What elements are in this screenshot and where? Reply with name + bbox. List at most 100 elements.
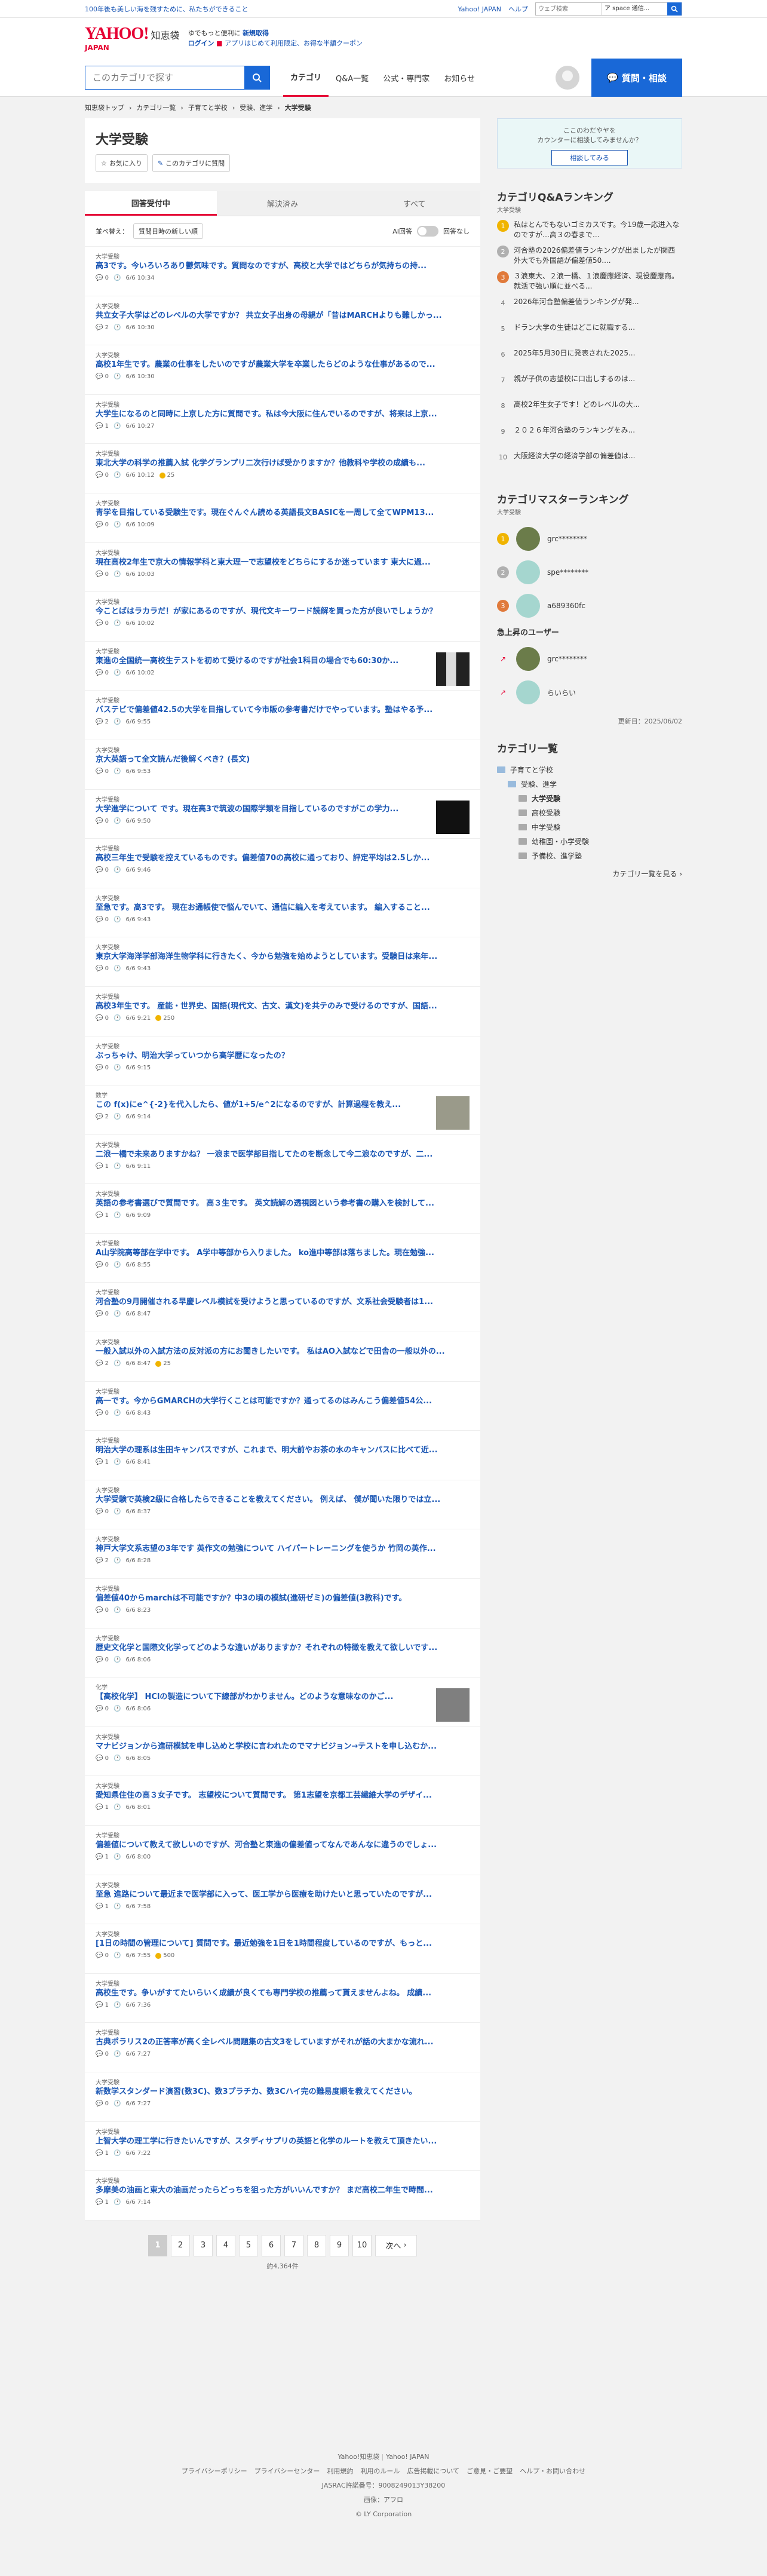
tab-category[interactable]: カテゴリ xyxy=(283,59,329,97)
question-category[interactable]: 大学受験 xyxy=(96,942,470,951)
question-category[interactable]: 大学受験 xyxy=(96,1189,470,1198)
question-item[interactable]: 大学受験 新数学スタンダード演習(数3C)、数3プラチカ、数3Cハイ完の難易度順… xyxy=(85,2072,480,2122)
question-title[interactable]: 東京大学海洋学部海洋生物学科に行きたく、今から勉強を始めようとしています。受験日… xyxy=(96,950,470,963)
question-item[interactable]: 大学受験 東北大学の科学の推薦入試 化学グランプリ二次行けば受かりますか？他教科… xyxy=(85,444,480,493)
question-title[interactable]: 英語の参考書選びで質問です。 高３生です。 英文読解の透視図という参考書の購入を… xyxy=(96,1197,470,1210)
question-title[interactable]: 河合塾の9月開催される早慶レベル模試を受けようと思っているのですが、文系社会受験… xyxy=(96,1296,470,1308)
question-category[interactable]: 大学受験 xyxy=(96,1337,470,1346)
question-item[interactable]: 大学受験 高校三年生で受験を控えているものです。偏差値70の高校に通っており、評… xyxy=(85,839,480,888)
question-title[interactable]: 二浪一橋で未来ありますかね？ 一浪まで医学部目指してたのを断念して今二浪なのです… xyxy=(96,1148,470,1161)
tab-qa-list[interactable]: Q&A一覧 xyxy=(329,59,376,97)
avatar[interactable] xyxy=(516,680,540,704)
question-title[interactable]: 大学進学について です。現在高3で筑波の国際学類を目指しているのですがこの学力.… xyxy=(96,803,430,815)
question-category[interactable]: 大学受験 xyxy=(96,1880,470,1889)
footer-link[interactable]: Yahoo! JAPAN xyxy=(386,2453,429,2461)
question-title[interactable]: 多摩美の油画と東大の油画だったらどっちを狙った方がいいんですか？ まだ高校二年生… xyxy=(96,2184,470,2197)
top-message-link[interactable]: 100年後も美しい海を残すために、私たちができること xyxy=(85,4,248,14)
question-item[interactable]: 大学受験 偏差値について教えて欲しいのですが、河合塾と東進の偏差値ってなんであん… xyxy=(85,1826,480,1875)
question-category[interactable]: 大学受験 xyxy=(96,2127,470,2136)
question-item[interactable]: 大学受験 今ことばはラカラだ！が家にあるのですが、現代文キーワード読解を買った方… xyxy=(85,592,480,642)
page-link[interactable]: 5 xyxy=(239,2234,258,2256)
question-thumbnail[interactable] xyxy=(436,1096,470,1130)
ranking-question[interactable]: 大阪経済大学の経済学部の偏差値は... xyxy=(514,451,635,471)
question-category[interactable]: 大学受験 xyxy=(96,695,470,704)
ranking-item[interactable]: 6 2025年5月30日に発表された2025... xyxy=(497,348,682,374)
question-category[interactable]: 大学受験 xyxy=(96,1140,470,1149)
question-category[interactable]: 大学受験 xyxy=(96,1238,470,1247)
avatar[interactable] xyxy=(556,66,579,90)
yahoo-japan-link[interactable]: Yahoo! JAPAN xyxy=(458,5,501,13)
page-link[interactable]: 2 xyxy=(171,2234,190,2256)
question-category[interactable]: 大学受験 xyxy=(96,2077,470,2086)
question-category[interactable]: 大学受験 xyxy=(96,1781,470,1790)
sort-select[interactable]: 質問日時の新しい順 xyxy=(133,223,203,239)
question-item[interactable]: 大学受験 ぶっちゃけ、明治大学っていつから高学歴になったの？ 💬 0 🕐 6/6 … xyxy=(85,1036,480,1086)
tab-news[interactable]: お知らせ xyxy=(437,59,482,97)
question-category[interactable]: 大学受験 xyxy=(96,548,470,557)
question-title[interactable]: 【高校化学】 HClの製造について下線部がわかりません。どのような意味なのかご.… xyxy=(96,1691,430,1703)
question-item[interactable]: 大学受験 大学生になるのと同時に上京した方に質問です。私は今大阪に住んでいるので… xyxy=(85,395,480,444)
help-link[interactable]: ヘルプ xyxy=(508,4,528,14)
question-item[interactable]: 大学受験 京大英語って全文読んだ後解くべき？(長文) 💬 0 🕐 6/6 9:53 xyxy=(85,740,480,790)
breadcrumb-item[interactable]: カテゴリ一覧 xyxy=(136,103,176,112)
question-category[interactable]: 大学受験 xyxy=(96,2028,470,2037)
footer-link[interactable]: ヘルプ・お問い合わせ xyxy=(520,2464,585,2479)
question-title[interactable]: 神戸大学文系志望の3年です 英作文の勉強について ハイパートレーニングを使うか … xyxy=(96,1542,470,1555)
rising-user[interactable]: ↗ grc******** xyxy=(497,642,682,676)
ranking-question[interactable]: 河合塾の2026偏差値ランキングが出ましたが関西外大でも外国語が偏差値50...… xyxy=(514,246,682,266)
ranking-question[interactable]: 2025年5月30日に発表された2025... xyxy=(514,348,635,369)
ask-in-category-button[interactable]: ✎ このカテゴリに質問 xyxy=(152,154,231,172)
question-category[interactable]: 化学 xyxy=(96,1682,430,1691)
question-item[interactable]: 大学受験 歴史文化学と国際文化学ってどのような違いがありますか？それぞれの特徴を… xyxy=(85,1629,480,1678)
question-title[interactable]: 京大英語って全文読んだ後解くべき？(長文) xyxy=(96,753,470,766)
question-title[interactable]: ぶっちゃけ、明治大学っていつから高学歴になったの？ xyxy=(96,1050,470,1062)
question-title[interactable]: 愛知県住住の高３女子です。 志望校について質問です。 第1志望を京都工芸繊維大学… xyxy=(96,1789,470,1802)
question-thumbnail[interactable] xyxy=(436,652,470,686)
question-item[interactable]: 大学受験 至急 進路について最近まで医学部に入って、医工学から医療を助けたいと思… xyxy=(85,1875,480,1925)
question-title[interactable]: [1日の時間の管理について] 質問です。最近勉強を1日を1時間程度しているのです… xyxy=(96,1937,470,1950)
question-item[interactable]: 大学受験 現在高校2年生で京大の情報学科と東大理一で志望校をどちらにするか迷って… xyxy=(85,543,480,593)
search-icon[interactable] xyxy=(244,66,269,89)
question-item[interactable]: 大学受験 A山学院高等部在学中です。 A学中等部から入りました。 ko進中等部は… xyxy=(85,1234,480,1283)
question-title[interactable]: 歴史文化学と国際文化学ってどのような違いがありますか？それぞれの特徴を教えて欲し… xyxy=(96,1642,470,1654)
page-link[interactable]: 4 xyxy=(216,2234,235,2256)
question-title[interactable]: 高一です。今からGMARCHの大学行くことは可能ですか？通ってるのはみんこう偏差… xyxy=(96,1395,470,1407)
question-title[interactable]: バステビで偏差値42.5の大学を目指していて今市販の参考書だけでやっています。塾… xyxy=(96,704,470,716)
question-title[interactable]: 高校生です。争いがすてたいらいく成績が良くても専門学校の推薦って貰えませんよね。… xyxy=(96,1987,470,2000)
question-thumbnail[interactable] xyxy=(436,1688,470,1722)
question-title[interactable]: 新数学スタンダード演習(数3C)、数3プラチカ、数3Cハイ完の難易度順を教えてく… xyxy=(96,2086,470,2098)
breadcrumb-item[interactable]: 子育てと学校 xyxy=(188,103,228,112)
no-answer-checkbox[interactable]: 回答なし xyxy=(443,226,470,236)
question-item[interactable]: 大学受験 バステビで偏差値42.5の大学を目指していて今市販の参考書だけでやって… xyxy=(85,691,480,740)
avatar[interactable] xyxy=(516,527,540,551)
question-category[interactable]: 大学受験 xyxy=(96,1534,470,1543)
login-link[interactable]: ログイン xyxy=(188,39,214,47)
question-item[interactable]: 大学受験 二浪一橋で未来ありますかね？ 一浪まで医学部目指してたのを断念して今二… xyxy=(85,1135,480,1185)
search-icon[interactable] xyxy=(667,2,682,16)
avatar[interactable] xyxy=(516,647,540,671)
question-item[interactable]: 大学受験 東京大学海洋学部海洋生物学科に行きたく、今から勉強を始めようとしていま… xyxy=(85,937,480,987)
user-name[interactable]: grc******** xyxy=(547,535,587,543)
category-item[interactable]: 幼稚園・小学受験 xyxy=(497,834,682,848)
question-category[interactable]: 大学受験 xyxy=(96,252,470,260)
footer-link[interactable]: 広告掲載について xyxy=(407,2464,459,2479)
question-item[interactable]: 大学受験 古典ポラリス2の正答率が高く全レベル問題集の古文3をしていますがそれが… xyxy=(85,2023,480,2072)
breadcrumb-item[interactable]: 受験、進学 xyxy=(240,103,272,112)
question-category[interactable]: 大学受験 xyxy=(96,1633,470,1642)
page-link[interactable]: 7 xyxy=(284,2234,303,2256)
ranking-item[interactable]: 2 河合塾の2026偏差値ランキングが出ましたが関西外大でも外国語が偏差値50..… xyxy=(497,246,682,271)
user-name[interactable]: spe******** xyxy=(547,568,588,576)
question-title[interactable]: 高校三年生で受験を控えているものです。偏差値70の高校に通っており、評定平均は2… xyxy=(96,852,470,864)
ranking-item[interactable]: 10 大阪経済大学の経済学部の偏差値は... xyxy=(497,451,682,477)
tab-resolved[interactable]: 解決済み xyxy=(217,191,349,216)
question-item[interactable]: 大学受験 多摩美の油画と東大の油画だったらどっちを狙った方がいいんですか？ まだ… xyxy=(85,2171,480,2221)
ranking-question[interactable]: ３浪東大、２浪一橋、１浪慶應経済、現役慶應商。就活で強い順に並べる... xyxy=(514,271,682,292)
ranking-item[interactable]: 4 2026年河合塾偏差値ランキングが発... xyxy=(497,297,682,323)
app-coupon-link[interactable]: アプリはじめて利用限定、お得な半額クーポン xyxy=(225,39,363,47)
ranking-item[interactable]: 7 親が子供の志望校に口出しするのは... xyxy=(497,374,682,400)
category-item[interactable]: 受験、進学 xyxy=(497,777,682,791)
tab-all[interactable]: すべて xyxy=(348,191,480,216)
question-item[interactable]: 大学受験 高校1年生です。農業の仕事をしたいのですが農業大学を卒業したらどのよう… xyxy=(85,345,480,395)
question-category[interactable]: 大学受験 xyxy=(96,301,470,310)
favorite-button[interactable]: ☆ お気に入り xyxy=(96,154,148,172)
